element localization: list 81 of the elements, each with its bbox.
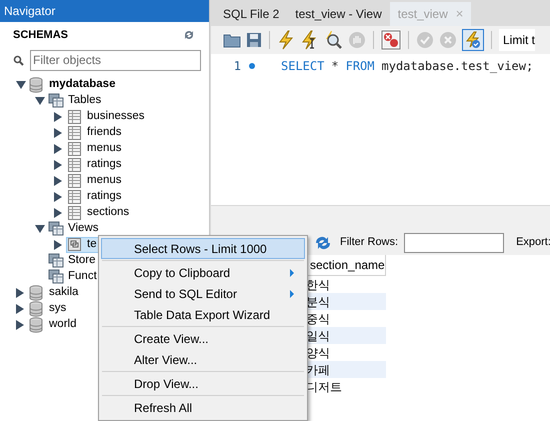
collapse-arrow-icon[interactable]: [54, 176, 62, 186]
menu-item[interactable]: Alter View...: [101, 349, 305, 370]
menu-item[interactable]: Refresh All: [101, 397, 305, 418]
table-cell: 카페: [306, 361, 386, 378]
tree-item[interactable]: ratings: [66, 157, 125, 173]
tree-item[interactable]: Tables: [47, 93, 104, 109]
expand-arrow-icon[interactable]: [16, 81, 26, 89]
collapse-arrow-icon[interactable]: [54, 128, 62, 138]
collapse-arrow-icon[interactable]: [54, 192, 62, 202]
database-icon: [29, 317, 45, 333]
tree-item[interactable]: Funct: [47, 269, 100, 285]
tree-item[interactable]: sections: [66, 205, 132, 221]
autocommit-toggle[interactable]: [462, 29, 484, 51]
menu-item[interactable]: Table Data Export Wizard: [101, 304, 305, 325]
table-cell: 분식: [306, 293, 386, 310]
save-icon[interactable]: [246, 32, 262, 48]
folder-icon: [48, 93, 64, 109]
tree-item[interactable]: world: [28, 317, 80, 333]
table-icon: [67, 141, 83, 157]
collapse-arrow-icon[interactable]: [54, 240, 62, 250]
lightning-cursor-icon[interactable]: [300, 30, 318, 50]
tree-item[interactable]: mydatabase: [28, 77, 118, 93]
table-icon: [67, 109, 83, 125]
folder-icon: [48, 253, 64, 269]
table-icon: [67, 157, 83, 173]
sql-editor[interactable]: 1 SELECT * FROM mydatabase.test_view;: [211, 54, 550, 205]
collapse-arrow-icon[interactable]: [54, 160, 62, 170]
magnifier-icon[interactable]: [323, 30, 343, 50]
database-icon: [29, 285, 45, 301]
filter-rows-field[interactable]: [404, 232, 504, 252]
folder-icon: [48, 269, 64, 285]
limit-dropdown[interactable]: Limit t: [499, 29, 536, 51]
tree-item[interactable]: sakila: [28, 285, 82, 301]
cancel-icon: [439, 31, 457, 49]
section-title: SCHEMAS: [13, 28, 68, 43]
collapse-arrow-icon[interactable]: [54, 208, 62, 218]
expand-arrow-icon[interactable]: [35, 97, 45, 105]
expand-arrow-icon[interactable]: [35, 225, 45, 233]
tree-item[interactable]: menus: [66, 173, 125, 189]
tree-item[interactable]: sys: [28, 301, 70, 317]
tree-item[interactable]: Views: [47, 221, 102, 237]
tree-item[interactable]: ratings: [66, 189, 125, 205]
tree-item[interactable]: businesses: [66, 109, 148, 125]
refresh-icon[interactable]: [314, 234, 332, 250]
filter-field[interactable]: Filter objects: [30, 50, 201, 70]
menu-item[interactable]: Send to SQL Editor: [101, 283, 305, 304]
database-icon: [29, 77, 45, 93]
folder-icon[interactable]: [223, 32, 241, 48]
lightning-icon[interactable]: [277, 30, 295, 50]
folder-icon: [48, 221, 64, 237]
editor-tab[interactable]: test_view - View: [287, 2, 390, 26]
menu-item[interactable]: Copy to Clipboard: [101, 262, 305, 283]
collapse-arrow-icon[interactable]: [54, 144, 62, 154]
menu-item[interactable]: Create View...: [101, 328, 305, 349]
line-number: 1: [232, 58, 241, 74]
collapse-arrow-icon[interactable]: [16, 304, 24, 314]
panel-title: Navigator: [4, 3, 56, 20]
column-header[interactable]: section_name: [306, 255, 386, 276]
collapse-arrow-icon[interactable]: [16, 320, 24, 330]
tree-item[interactable]: menus: [66, 141, 125, 157]
table-icon: [67, 205, 83, 221]
menu-item[interactable]: Select Rows - Limit 1000: [101, 238, 305, 259]
search-icon: [13, 54, 24, 66]
database-icon: [29, 301, 45, 317]
refresh-icon[interactable]: [183, 29, 195, 41]
view-icon: [67, 237, 83, 253]
editor-tab[interactable]: SQL File 2: [215, 2, 288, 26]
code-line: SELECT * FROM mydatabase.test_view;: [281, 58, 534, 74]
error-stop-icon[interactable]: [381, 30, 401, 50]
tree-item[interactable]: Store: [47, 253, 98, 269]
export-label: Export:: [516, 235, 550, 250]
table-icon: [67, 173, 83, 189]
table-icon: [67, 189, 83, 205]
filter-label: Filter Rows:: [340, 235, 398, 250]
check-icon: [416, 31, 434, 49]
table-cell: 일식: [306, 327, 386, 344]
collapse-arrow-icon[interactable]: [54, 112, 62, 122]
menu-item[interactable]: Drop View...: [101, 373, 305, 394]
table-icon: [67, 125, 83, 141]
tree-item[interactable]: friends: [66, 125, 125, 141]
collapse-arrow-icon[interactable]: [16, 288, 24, 298]
